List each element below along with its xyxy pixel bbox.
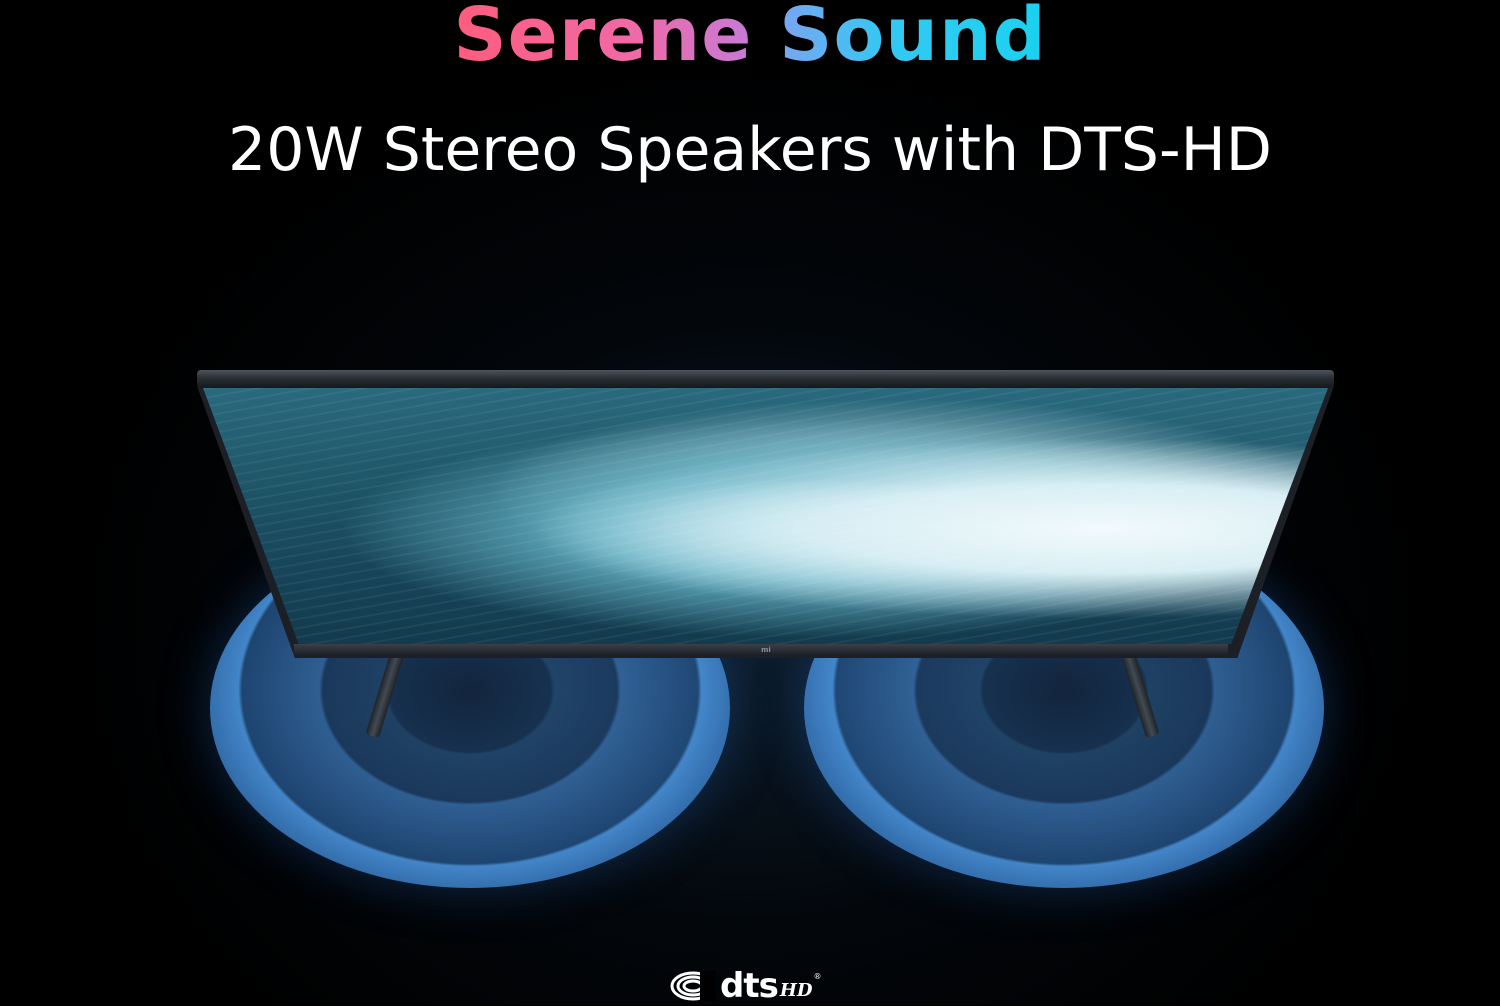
tv-screen-wave-image (203, 388, 1328, 644)
registered-mark: ® (813, 972, 822, 981)
headline: Serene Sound (0, 0, 1500, 80)
subheadline: 20W Stereo Speakers with DTS-HD (228, 115, 1272, 185)
tv-top-edge (197, 370, 1334, 388)
dts-wordmark: dts (720, 966, 779, 1006)
wave-texture (203, 388, 1328, 644)
tv-logo: mi (761, 646, 771, 654)
headline-word-serene: Serene (453, 0, 752, 80)
dts-disc-icon (670, 971, 716, 1001)
headline-word-sound: Sound (779, 0, 1046, 80)
hd-wordmark: HD (779, 980, 813, 1001)
dts-hd-logo: dts HD ® (670, 968, 821, 1004)
